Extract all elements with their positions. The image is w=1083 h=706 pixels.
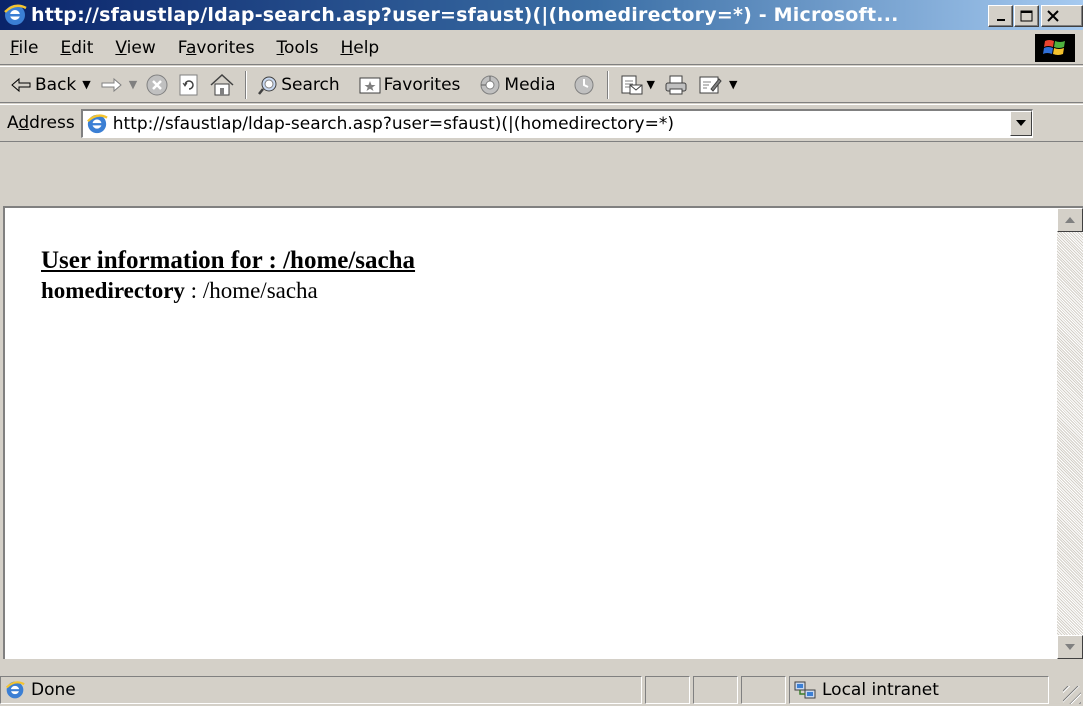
- forward-arrow-icon: [101, 77, 122, 92]
- arrow-up-icon: [1065, 217, 1075, 223]
- user-attribute-row: homedirectory : /home/sacha: [41, 276, 1055, 306]
- media-button[interactable]: Media: [474, 70, 559, 100]
- edit-button[interactable]: ▼: [693, 70, 741, 100]
- media-icon: [480, 75, 500, 94]
- scroll-down-button[interactable]: [1057, 635, 1083, 659]
- toolbar-separator: [245, 70, 248, 99]
- back-label: Back: [35, 74, 77, 95]
- edit-icon: [699, 76, 722, 93]
- status-text: Done: [31, 679, 76, 700]
- search-button[interactable]: Search: [253, 70, 343, 100]
- security-zone-label: Local intranet: [822, 679, 939, 700]
- minimize-button[interactable]: [988, 5, 1013, 27]
- attribute-value: /home/sacha: [202, 278, 318, 303]
- intranet-zone-icon: [794, 681, 816, 698]
- home-icon: [210, 73, 234, 95]
- scroll-up-button[interactable]: [1057, 208, 1083, 232]
- browser-window: http://sfaustlap/ldap-search.asp?user=sf…: [0, 0, 1083, 706]
- back-button[interactable]: Back ▼: [6, 70, 95, 100]
- title-bar[interactable]: http://sfaustlap/ldap-search.asp?user=sf…: [0, 0, 1083, 30]
- menu-edit[interactable]: Edit: [49, 38, 104, 58]
- standard-toolbar: Back ▼ ▼ Search Favorites Media ▼ ▼: [0, 66, 1083, 103]
- mail-button[interactable]: ▼: [615, 70, 658, 100]
- toolbar-separator: [607, 70, 610, 99]
- web-page[interactable]: User information for : /home/sacha homed…: [5, 208, 1055, 659]
- back-dropdown-icon[interactable]: ▼: [82, 78, 90, 91]
- arrow-down-icon: [1065, 644, 1075, 650]
- mail-dropdown-icon[interactable]: ▼: [646, 78, 654, 91]
- vertical-scrollbar[interactable]: [1057, 208, 1083, 659]
- maximize-button[interactable]: [1014, 5, 1039, 27]
- history-icon: [574, 75, 594, 94]
- history-button[interactable]: [567, 70, 601, 100]
- internet-explorer-icon: [4, 4, 27, 25]
- menu-view[interactable]: View: [104, 38, 166, 58]
- edit-dropdown-icon[interactable]: ▼: [729, 78, 737, 91]
- attribute-name: homedirectory: [41, 278, 185, 303]
- address-dropdown-button[interactable]: [1009, 110, 1032, 136]
- address-bar: Address http://sfaustlap/ldap-search.asp…: [0, 104, 1083, 142]
- resize-grip[interactable]: [1063, 686, 1081, 704]
- minimize-icon: [996, 19, 1005, 21]
- menu-help[interactable]: Help: [329, 38, 390, 58]
- window-title: http://sfaustlap/ldap-search.asp?user=sf…: [31, 4, 899, 26]
- status-bar: Done Local intranet: [0, 673, 1083, 706]
- menu-bar: File Edit View Favorites Tools Help: [0, 31, 1083, 65]
- stop-button[interactable]: [141, 70, 173, 100]
- address-input[interactable]: http://sfaustlap/ldap-search.asp?user=sf…: [80, 108, 1033, 138]
- address-label: Address: [7, 113, 75, 133]
- close-icon: [1047, 9, 1059, 22]
- status-panel: [693, 675, 738, 704]
- address-url: http://sfaustlap/ldap-search.asp?user=sf…: [112, 113, 674, 134]
- refresh-button[interactable]: [173, 70, 205, 100]
- maximize-icon: [1020, 10, 1032, 21]
- back-arrow-icon: [11, 77, 31, 92]
- favorites-icon: [359, 77, 381, 93]
- home-button[interactable]: [205, 70, 239, 100]
- menu-favorites[interactable]: Favorites: [167, 38, 266, 58]
- search-icon: [258, 76, 277, 95]
- print-button[interactable]: [659, 70, 693, 100]
- forward-dropdown-icon[interactable]: ▼: [129, 78, 137, 91]
- refresh-icon: [179, 74, 198, 95]
- menu-file[interactable]: File: [0, 38, 49, 58]
- status-main-panel: Done: [0, 675, 642, 704]
- page-heading: User information for : /home/sacha: [41, 247, 416, 274]
- stop-icon: [146, 74, 168, 95]
- security-zone-panel[interactable]: Local intranet: [789, 675, 1049, 704]
- page-ie-icon: [86, 113, 108, 133]
- menu-tools[interactable]: Tools: [266, 38, 330, 58]
- media-label: Media: [504, 74, 556, 95]
- chevron-down-icon: [1015, 120, 1026, 126]
- mail-icon: [621, 75, 643, 94]
- close-button[interactable]: [1041, 5, 1083, 27]
- status-panel: [645, 675, 690, 704]
- windows-logo-icon: [1035, 34, 1075, 62]
- status-panel: [741, 675, 786, 704]
- search-label: Search: [281, 74, 340, 95]
- favorites-label: Favorites: [383, 74, 461, 95]
- forward-button[interactable]: ▼: [95, 70, 141, 100]
- print-icon: [665, 75, 687, 94]
- favorites-button[interactable]: Favorites: [354, 70, 465, 100]
- attribute-separator: :: [184, 278, 203, 303]
- content-frame: User information for : /home/sacha homed…: [3, 206, 1083, 659]
- internet-explorer-icon: [5, 680, 25, 698]
